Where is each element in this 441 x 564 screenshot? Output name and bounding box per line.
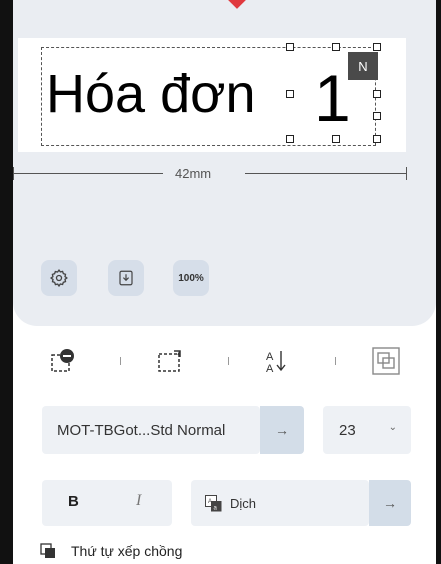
resize-handle[interactable] [286,90,294,98]
settings-button[interactable] [41,260,77,296]
resize-handle[interactable] [373,43,381,51]
label-preview[interactable]: Hóa đơn 1 N [18,38,406,152]
separator [335,357,336,365]
layer-align-button[interactable] [370,345,402,377]
zoom-button[interactable]: 100% [173,260,209,296]
window-edge-left [0,0,13,564]
svg-text:A: A [266,363,274,375]
remove-object-button[interactable] [48,345,80,377]
resize-handle[interactable] [373,135,381,143]
italic-button[interactable]: I [136,492,141,510]
bold-button[interactable]: B [68,493,79,510]
text-sort-icon: A A [266,351,286,375]
stack-order-icon [40,543,55,558]
remove-object-icon [51,349,74,372]
translate-field[interactable]: A a Dịch [191,480,369,526]
text-sort-button[interactable]: A A [260,345,292,377]
rotate-button[interactable] [155,345,187,377]
align-layers-icon [372,347,400,375]
gear-icon [49,268,68,288]
export-button[interactable] [108,260,144,296]
top-marker-icon [227,0,247,9]
rotate-icon [158,350,181,372]
separator [120,357,121,365]
text-style-group: B I [42,480,172,526]
resize-handle[interactable] [332,43,340,51]
stacking-order-row[interactable]: Thứ tự xếp chồng [40,543,182,559]
canvas-panel: Hóa đơn 1 N 42mm 100% [13,0,436,326]
label-number[interactable]: 1 [314,62,351,134]
resize-handle[interactable] [286,43,294,51]
resize-handle[interactable] [373,90,381,98]
font-family-arrow-button[interactable]: → [260,406,304,454]
resize-handle[interactable] [286,135,294,143]
chevron-down-icon: ⌄ [388,422,397,433]
ruler-label: 42mm [175,166,212,181]
label-text[interactable]: Hóa đơn [46,62,256,126]
translate-arrow-button[interactable]: → [369,480,411,526]
ruler-tick [406,167,407,180]
translate-label: Dịch [230,495,257,511]
font-family-value: MOT-TBGot...Std Normal [57,421,226,439]
ruler-line [245,173,407,174]
download-icon [119,270,133,286]
resize-handle[interactable] [373,112,381,120]
stacking-order-label: Thứ tự xếp chồng [71,543,183,559]
ruler-line [13,173,163,174]
svg-text:A: A [266,351,274,363]
window-edge-right [436,0,441,564]
resize-handle[interactable] [332,135,340,143]
font-family-field[interactable]: MOT-TBGot...Std Normal [42,406,260,454]
width-ruler: 42mm [13,163,411,183]
font-size-value: 23 [339,421,356,439]
separator [228,357,229,365]
translate-icon: A a [205,494,222,511]
n-badge: N [348,52,378,80]
font-size-select[interactable]: 23 ⌄ [323,406,411,454]
